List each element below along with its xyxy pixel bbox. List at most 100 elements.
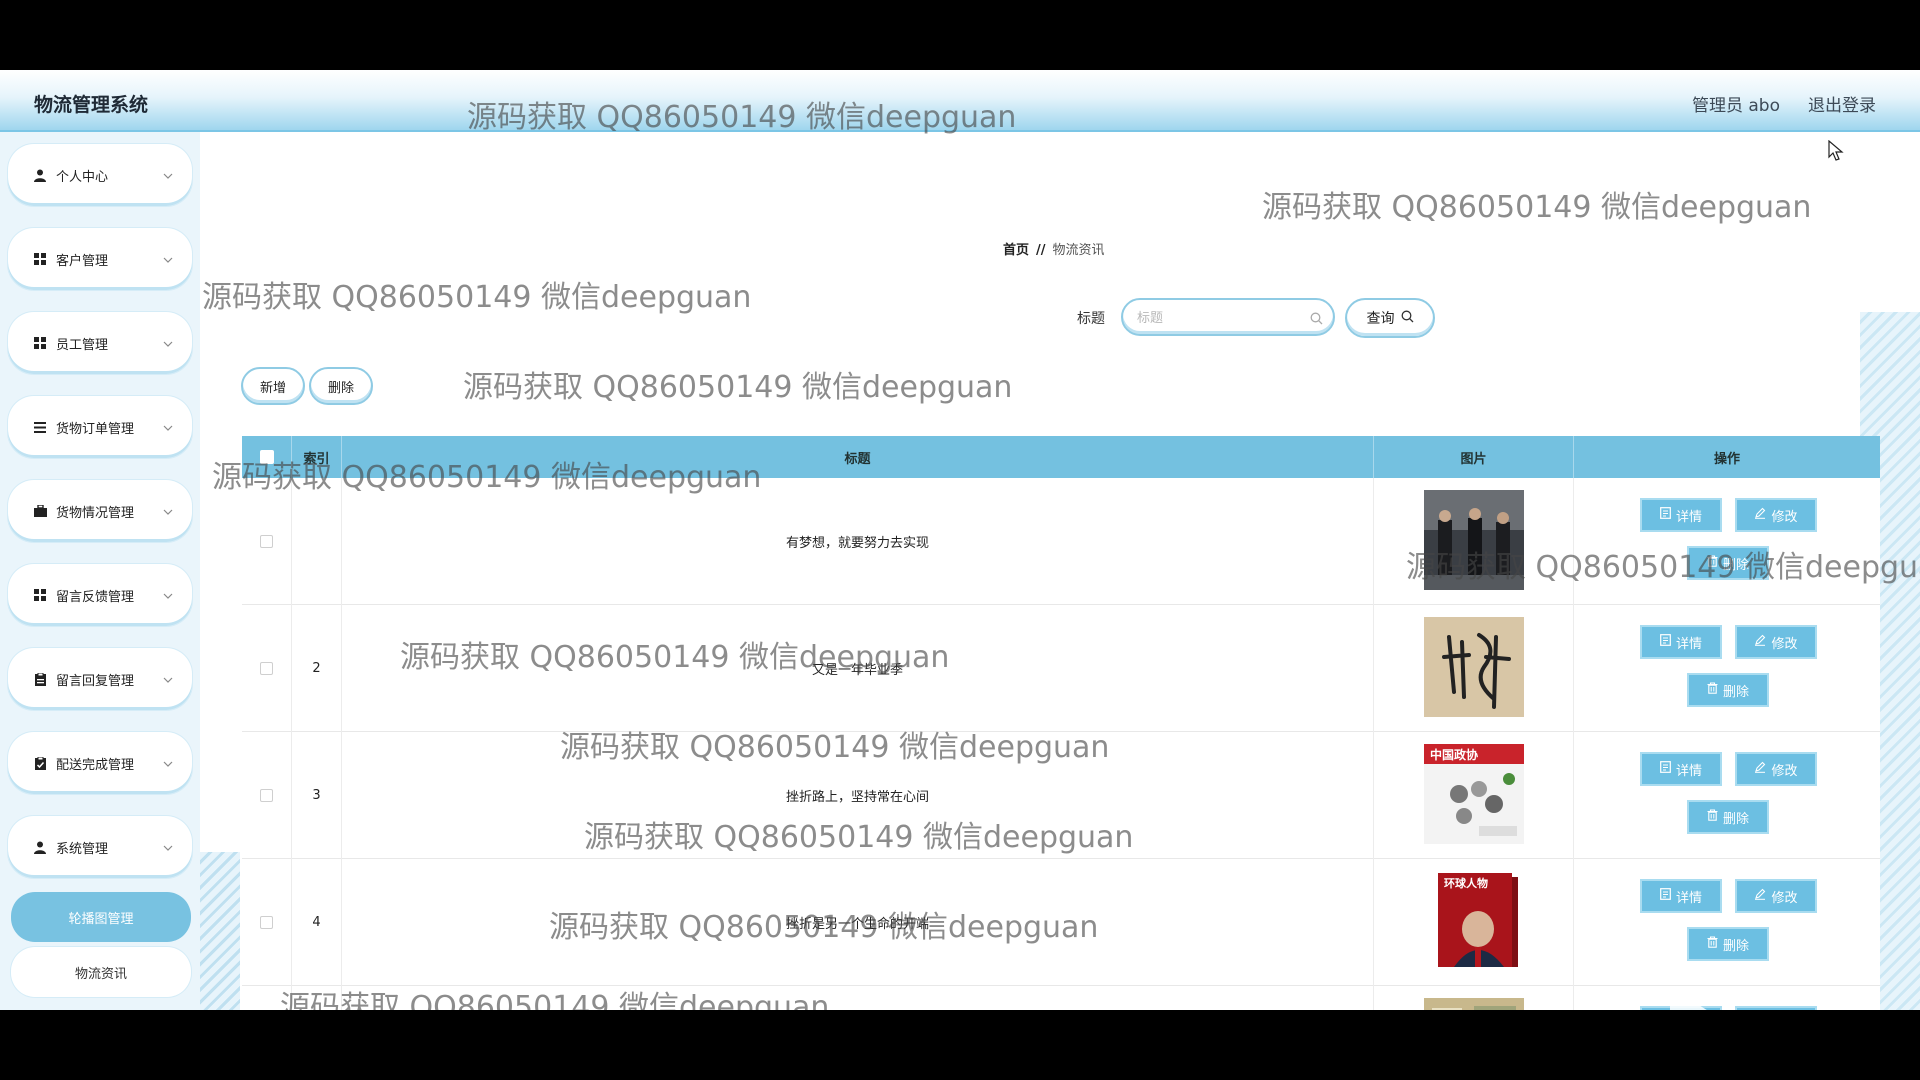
user-icon (33, 168, 47, 182)
detail-button-label: 详情 (1675, 763, 1702, 779)
thumbnail-image[interactable]: 环球人物 (1423, 870, 1524, 975)
list-icon (33, 420, 47, 434)
detail-button[interactable]: 详情 (1640, 625, 1722, 659)
delete-button[interactable]: 删除 (1687, 673, 1769, 707)
user-icon (33, 840, 47, 854)
sidebar-item-label: 配送完成管理 (56, 757, 135, 773)
row-index (292, 478, 342, 605)
grid-icon (33, 336, 47, 350)
table-header: 索引 标题 图片 操作 (242, 436, 1880, 478)
query-button-label: 查询 (1366, 311, 1395, 327)
trash-icon (1707, 936, 1718, 952)
mouse-cursor-icon (1828, 140, 1844, 161)
search-field[interactable] (1121, 298, 1335, 336)
sidebar-item-label: 货物订单管理 (56, 421, 135, 437)
decorative-stripes (200, 852, 240, 1010)
column-header-index: 索引 (292, 436, 342, 478)
delete-button[interactable]: 删除 (1687, 800, 1769, 834)
row-select-cell (242, 859, 292, 986)
breadcrumb-home[interactable]: 首页 (1003, 243, 1029, 258)
edit-button-label: 修改 (1771, 890, 1798, 906)
chevron-down-icon (158, 757, 178, 770)
edit-button[interactable]: 修改 (1735, 879, 1817, 913)
row-title: 挫折路上，坚持常在心间 (342, 732, 1374, 859)
table-body: 有梦想，就要努力去实现 详情 修改 删除 2 又是一年毕业季 详情 修改 删除 3 挫折路上，坚持常… (242, 478, 1880, 1010)
edit-button[interactable]: 修改 (1735, 498, 1817, 532)
select-all-cell (242, 436, 292, 478)
table-row: 3 挫折路上，坚持常在心间 中国政协 详情 修改 删除 (242, 732, 1880, 859)
logout-link[interactable]: 退出登录 (1808, 91, 1876, 116)
row-select-cell (242, 986, 292, 1010)
thumbnail-image[interactable] (1423, 489, 1524, 594)
grid-icon (33, 252, 47, 266)
main-content: 首页 // 物流资讯 标题 查询 新增 删除 索引 标题 图片 操作 有梦想，就要努… (200, 132, 1920, 1010)
sidebar-subitem-news[interactable]: 物流资讯 (11, 947, 191, 997)
row-actions: 详情 修改删除 (1574, 732, 1880, 859)
detail-button[interactable]: 详情 (1640, 879, 1722, 913)
edit-button-label: 修改 (1771, 636, 1798, 652)
clipboard-icon (33, 672, 47, 686)
thumbnail-image[interactable] (1423, 616, 1524, 721)
row-checkbox[interactable] (260, 916, 273, 929)
clipboard-check-icon (33, 756, 47, 770)
row-title: 你要去相信，没有到不了的明天 (342, 986, 1374, 1010)
column-header-title: 标题 (342, 436, 1374, 478)
row-checkbox[interactable] (260, 662, 273, 675)
search-icon (1401, 310, 1414, 327)
detail-icon (1660, 888, 1671, 904)
sidebar-item-customer[interactable]: 客户管理 (8, 228, 192, 290)
play-icon (1670, 987, 1707, 1010)
detail-button[interactable]: 详情 (1640, 752, 1722, 786)
grid-icon (33, 588, 47, 602)
row-actions: 详情 修改删除 (1574, 605, 1880, 732)
app-window: 物流管理系统 管理员 abo 退出登录 个人中心 客户管理 员工管理 货物订单管… (0, 70, 1920, 1010)
sidebar-item-personal-center[interactable]: 个人中心 (8, 144, 192, 206)
edit-icon (1754, 507, 1766, 523)
sidebar-item-goods-status[interactable]: 货物情况管理 (8, 480, 192, 542)
delete-button[interactable]: 删除 (1687, 927, 1769, 961)
sidebar-item-reply[interactable]: 留言回复管理 (8, 648, 192, 710)
row-title: 挫折是另一个生命的开端 (342, 859, 1374, 986)
sidebar-item-delivery[interactable]: 配送完成管理 (8, 732, 192, 794)
row-checkbox[interactable] (260, 789, 273, 802)
detail-icon (1660, 507, 1671, 523)
add-button[interactable]: 新增 (241, 367, 305, 405)
chevron-down-icon (158, 589, 178, 602)
table-row: 有梦想，就要努力去实现 详情 修改删除 (242, 478, 1880, 605)
edit-button[interactable]: 修改 (1735, 752, 1817, 786)
sidebar-item-order[interactable]: 货物订单管理 (8, 396, 192, 458)
delete-button[interactable]: 删除 (1687, 546, 1769, 580)
sidebar-item-label: 员工管理 (56, 337, 109, 353)
query-button[interactable]: 查询 (1345, 298, 1435, 338)
sidebar-item-label: 客户管理 (56, 253, 109, 269)
sidebar-item-staff[interactable]: 员工管理 (8, 312, 192, 374)
sidebar-subitem-carousel[interactable]: 轮播图管理 (11, 892, 191, 942)
sidebar-item-label: 系统管理 (56, 841, 109, 857)
batch-delete-button[interactable]: 删除 (309, 367, 373, 405)
sidebar-item-label: 货物情况管理 (56, 505, 135, 521)
delete-button-label: 删除 (1722, 938, 1749, 954)
delete-button-label: 删除 (1722, 684, 1749, 700)
trash-icon (1707, 809, 1718, 825)
sidebar-item-system[interactable]: 系统管理 (8, 816, 192, 878)
search-input[interactable] (1137, 308, 1297, 328)
row-image (1374, 478, 1574, 605)
detail-button[interactable]: 详情 (1640, 498, 1722, 532)
row-image (1374, 986, 1574, 1010)
row-checkbox[interactable] (260, 535, 273, 548)
delete-button-label: 删除 (1722, 557, 1749, 573)
trash-icon (1707, 555, 1718, 571)
select-all-checkbox[interactable] (259, 450, 274, 464)
row-image: 中国政协 (1374, 732, 1574, 859)
table-row: 2 又是一年毕业季 详情 修改 删除 (242, 605, 1880, 732)
breadcrumb: 首页 // 物流资讯 (1003, 239, 1105, 258)
app-title: 物流管理系统 (34, 94, 149, 116)
thumbnail-image[interactable]: 中国政协 (1423, 743, 1524, 848)
edit-button[interactable]: 修改 (1735, 625, 1817, 659)
row-index: 2 (292, 605, 342, 732)
sidebar-item-feedback[interactable]: 留言反馈管理 (8, 564, 192, 626)
svg-text:中国政协: 中国政协 (1430, 747, 1478, 762)
table-row: 5你要去相信，没有到不了的明天详情修改删除 (242, 986, 1880, 1010)
row-title: 有梦想，就要努力去实现 (342, 478, 1374, 605)
thumbnail-image[interactable] (1423, 997, 1524, 1010)
